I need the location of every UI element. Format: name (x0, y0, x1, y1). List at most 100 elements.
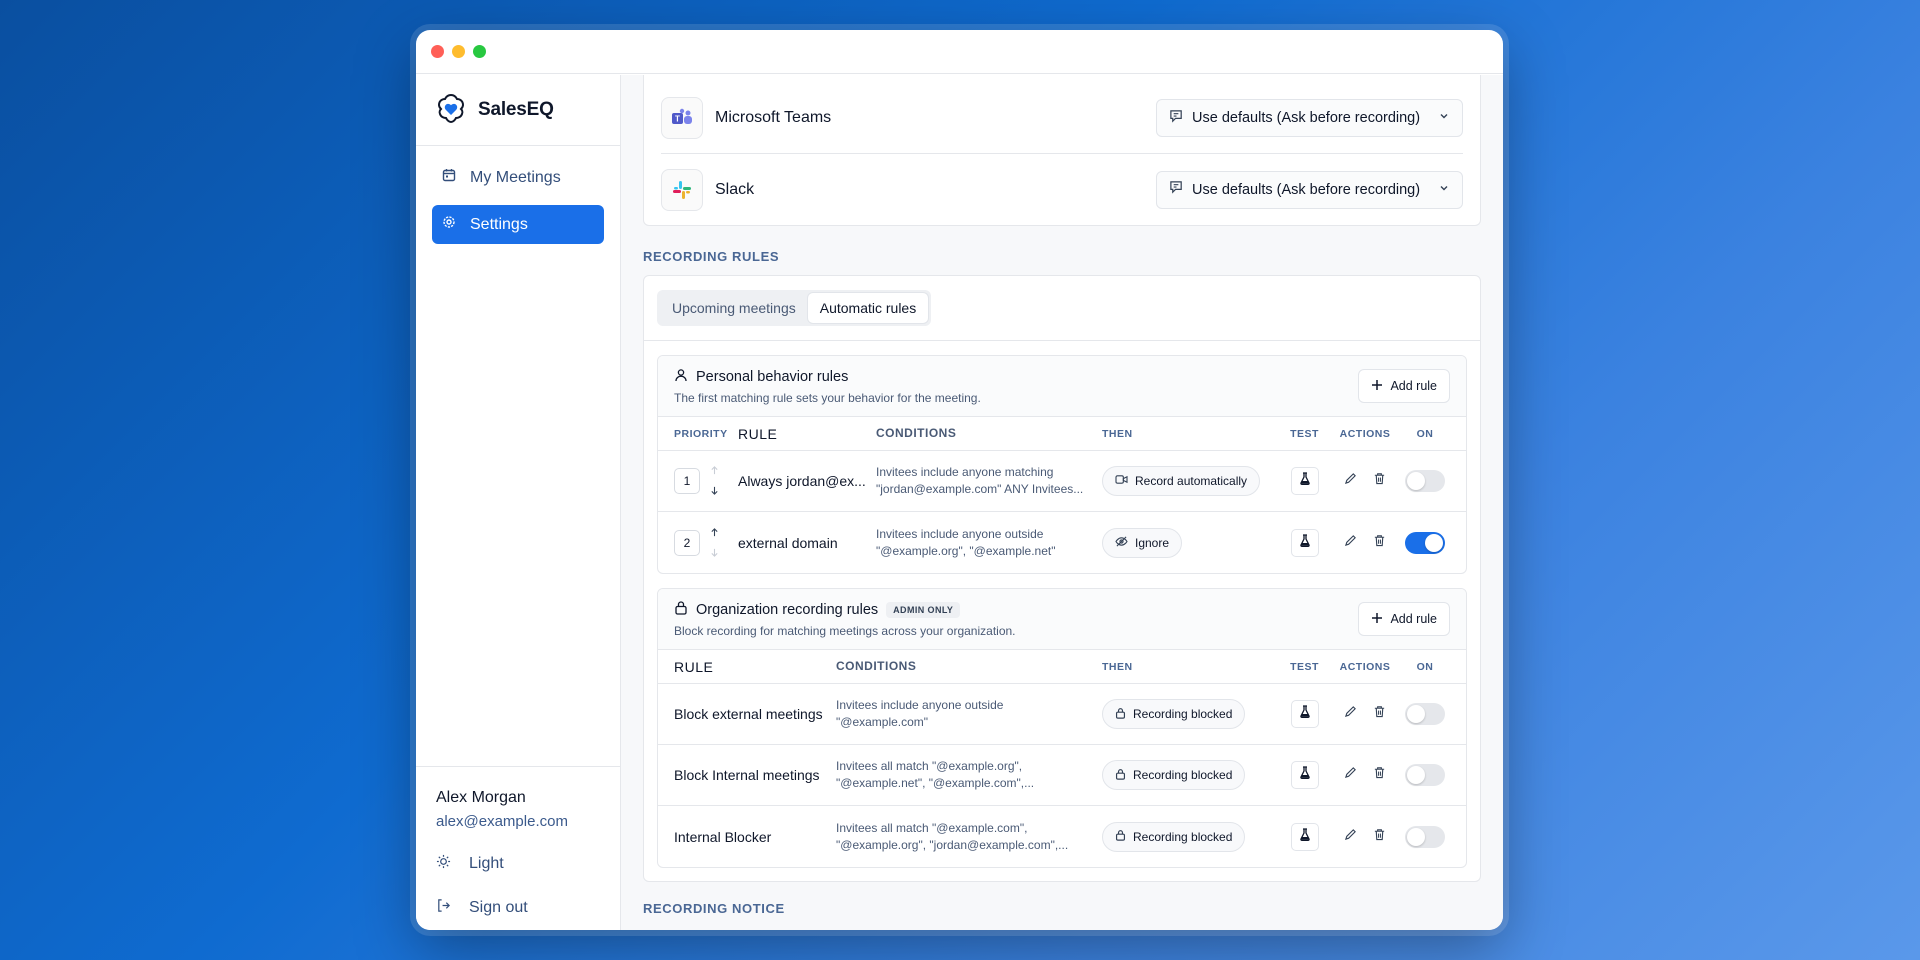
lock-icon (674, 600, 688, 619)
col-then: THEN (1102, 427, 1133, 440)
action-pill: Recording blocked (1102, 699, 1246, 729)
recording-rules-heading: RECORDING RULES (643, 249, 780, 264)
slack-recording-select[interactable]: Use defaults (Ask before recording) (1156, 170, 1463, 209)
tab-upcoming-meetings[interactable]: Upcoming meetings (660, 293, 808, 323)
chat-settings-icon (1169, 109, 1184, 128)
sidebar: SalesEQ My Meetings Settings Alex Morgan… (416, 75, 621, 930)
col-conditions: CONDITIONS (836, 659, 917, 673)
test-rule-button[interactable] (1290, 822, 1319, 851)
col-actions: ACTIONS (1339, 427, 1391, 440)
rule-name: Internal Blocker (674, 828, 772, 845)
edit-icon[interactable] (1344, 828, 1357, 846)
rule-name: Always jordan@ex... (738, 473, 866, 489)
table-row: Block external meetings Invitees include… (658, 684, 1466, 745)
close-window-button[interactable] (431, 45, 444, 58)
action-label: Recording blocked (1133, 768, 1233, 782)
sidebar-item-label: Settings (470, 215, 528, 233)
sidebar-item-my-meetings[interactable]: My Meetings (432, 158, 604, 197)
col-rule: RULE (674, 658, 714, 675)
move-up-icon[interactable] (710, 462, 719, 480)
edit-icon[interactable] (1344, 766, 1357, 784)
table-row: 1 Always jordan@ex... Invitees include a… (658, 451, 1466, 512)
condition-line: "@example.net", "@example.com",... (836, 776, 1035, 790)
condition-line: Invitees all match "@example.org", (836, 759, 1023, 773)
action-pill: Record automatically (1102, 466, 1261, 496)
eye-off-icon (1115, 536, 1128, 550)
edit-icon[interactable] (1344, 534, 1357, 552)
add-org-rule-button[interactable]: Add rule (1358, 602, 1450, 636)
rule-conditions: Invitees include anyone matching "jordan… (876, 464, 1102, 498)
rule-enabled-toggle[interactable] (1405, 531, 1445, 554)
move-down-icon[interactable] (710, 544, 719, 562)
integration-row: Slack Use defaults (Ask before recording… (661, 154, 1463, 225)
condition-line: Invitees include anyone outside (876, 526, 1044, 541)
chat-settings-icon (1169, 180, 1184, 199)
trash-icon[interactable] (1373, 705, 1386, 723)
chevron-down-icon (1438, 182, 1450, 198)
flask-icon (1299, 533, 1311, 552)
edit-icon[interactable] (1344, 705, 1357, 723)
move-down-icon[interactable] (710, 482, 719, 500)
group-subtitle: The first matching rule sets your behavi… (674, 390, 981, 405)
add-rule-label: Add rule (1390, 612, 1437, 626)
lock-icon (1115, 829, 1126, 844)
condition-line: Invitees include anyone outside (836, 698, 1004, 712)
maximize-window-button[interactable] (473, 45, 486, 58)
action-label: Recording blocked (1133, 707, 1233, 721)
brand-name: SalesEQ (478, 99, 554, 120)
user-icon (674, 368, 688, 386)
trash-icon[interactable] (1373, 534, 1386, 552)
chevron-down-icon (1438, 110, 1450, 126)
rule-enabled-toggle[interactable] (1405, 764, 1445, 786)
app-window: SalesEQ My Meetings Settings Alex Morgan… (416, 30, 1503, 930)
col-on: ON (1416, 427, 1434, 440)
microsoft-teams-icon: T (661, 97, 703, 139)
minimize-window-button[interactable] (452, 45, 465, 58)
sidebar-item-settings[interactable]: Settings (432, 205, 604, 244)
action-pill: Recording blocked (1102, 821, 1246, 852)
trash-icon[interactable] (1373, 828, 1386, 846)
svg-text:T: T (675, 115, 680, 124)
sidebar-item-label: My Meetings (470, 168, 561, 186)
col-rule: RULE (738, 425, 778, 442)
rule-enabled-toggle[interactable] (1405, 825, 1445, 848)
action-label: Recording blocked (1133, 829, 1233, 844)
sidebar-footer: Alex Morgan alex@example.com Light Sign … (416, 766, 620, 930)
move-up-icon[interactable] (710, 524, 719, 542)
rule-name: Block Internal meetings (674, 767, 820, 783)
integrations-card: T Microsoft Teams Use defaults (Ask befo… (643, 75, 1481, 226)
action-pill: Recording blocked (1102, 760, 1246, 790)
add-personal-rule-button[interactable]: Add rule (1358, 369, 1450, 403)
add-rule-label: Add rule (1390, 379, 1437, 393)
group-title: Organization recording rules (696, 601, 879, 618)
test-rule-button[interactable] (1290, 700, 1319, 728)
sign-out-button[interactable]: Sign out (436, 898, 600, 918)
priority-number: 1 (674, 468, 700, 494)
condition-line: "@example.org", "@example.net" (876, 543, 1056, 558)
flask-icon (1299, 472, 1311, 490)
main-content[interactable]: T Microsoft Teams Use defaults (Ask befo… (621, 75, 1503, 930)
edit-icon[interactable] (1344, 472, 1357, 490)
trash-icon[interactable] (1373, 472, 1386, 490)
gear-icon (442, 215, 456, 234)
user-email: alex@example.com (436, 813, 568, 830)
action-label: Record automatically (1135, 474, 1248, 488)
test-rule-button[interactable] (1290, 761, 1319, 789)
theme-toggle-button[interactable]: Light (436, 854, 600, 874)
user-name: Alex Morgan (436, 789, 526, 806)
group-subtitle: Block recording for matching meetings ac… (674, 624, 1016, 638)
tab-automatic-rules[interactable]: Automatic rules (807, 293, 929, 323)
test-rule-button[interactable] (1290, 467, 1319, 495)
test-rule-button[interactable] (1290, 528, 1319, 557)
trash-icon[interactable] (1373, 766, 1386, 784)
sign-out-label: Sign out (469, 899, 528, 916)
condition-line: Invitees all match "@example.com", (836, 820, 1028, 835)
rule-enabled-toggle[interactable] (1405, 470, 1445, 492)
teams-recording-select[interactable]: Use defaults (Ask before recording) (1156, 99, 1463, 137)
flask-icon (1299, 705, 1311, 723)
rule-conditions: Invitees all match "@example.com", "@exa… (836, 820, 1102, 854)
plus-icon (1371, 379, 1383, 394)
action-pill: Ignore (1102, 527, 1183, 558)
rule-enabled-toggle[interactable] (1405, 703, 1445, 725)
col-test: TEST (1290, 427, 1319, 440)
